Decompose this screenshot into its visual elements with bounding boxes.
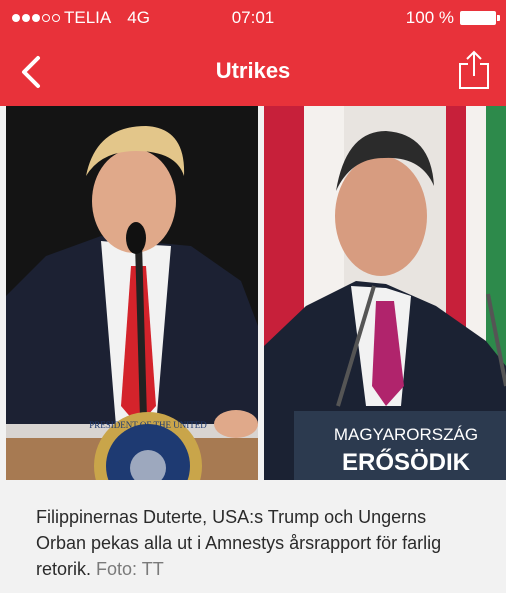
battery-status: 100 % bbox=[405, 8, 500, 28]
right-photo-orban: MAGYARORSZÁG ERŐSÖDIK bbox=[264, 106, 506, 480]
photo-divider bbox=[258, 106, 264, 480]
share-icon bbox=[459, 50, 489, 89]
page-title: Utrikes bbox=[215, 58, 291, 83]
share-button[interactable] bbox=[456, 50, 492, 90]
sign-text-line1: MAGYARORSZÁG bbox=[334, 425, 478, 444]
sign-text-line2: ERŐSÖDIK bbox=[342, 448, 471, 476]
seal-text: PRESIDENT OF THE UNITED bbox=[89, 420, 207, 430]
caption-text: Filippinernas Duterte, USA:s Trump och U… bbox=[36, 504, 476, 582]
battery-icon bbox=[460, 11, 500, 25]
navigation-bar: Utrikes bbox=[0, 34, 506, 106]
left-photo-trump: PRESIDENT OF THE UNITED bbox=[6, 106, 258, 480]
battery-percent: 100 % bbox=[405, 8, 454, 27]
article-photo[interactable]: PRESIDENT OF THE UNITED MAGYARORSZÁG ERŐ… bbox=[6, 106, 506, 480]
status-bar: TELIA 4G 07:01 100 % bbox=[0, 0, 506, 34]
photo-caption: Filippinernas Duterte, USA:s Trump och U… bbox=[0, 480, 506, 593]
photo-credit: Foto: TT bbox=[96, 559, 164, 579]
